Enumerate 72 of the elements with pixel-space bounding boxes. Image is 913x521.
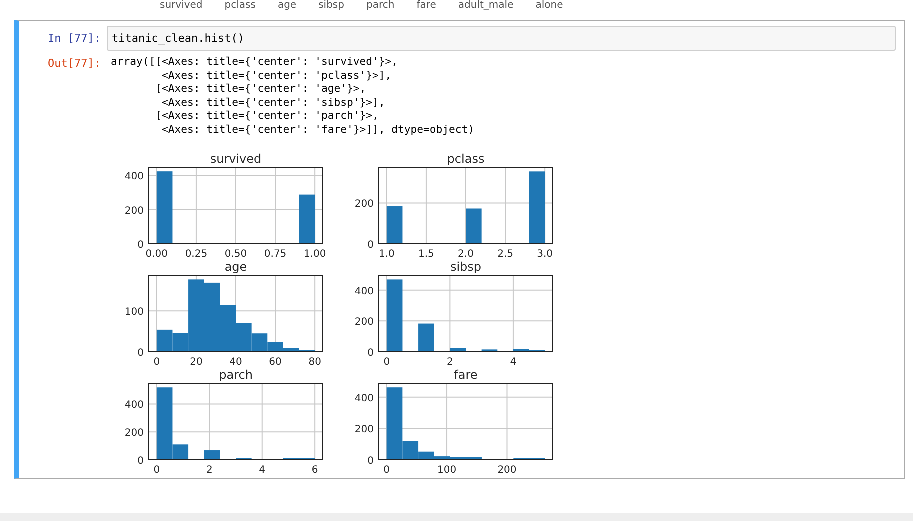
axis-tick-label: 1.0 (378, 248, 395, 258)
axis-tick-label: 20 (190, 356, 203, 366)
histogram-bar (299, 194, 316, 244)
axis-tick-label: 200 (354, 198, 374, 210)
output-prompt: Out[77]: (47, 56, 102, 72)
axis-tick-label: 2 (206, 464, 213, 474)
axis-tick-label: 200 (354, 316, 374, 328)
column-header: adult_male (458, 0, 514, 13)
axis-tick-label: 0 (138, 348, 144, 359)
histogram-bar (156, 330, 173, 352)
output-line: [<Axes: title={'center': 'parch'}>, (154, 110, 380, 124)
histogram-bar (418, 323, 434, 352)
output-line: <Axes: title={'center': 'sibsp'}>], (161, 96, 386, 110)
axis-tick-label: 200 (124, 205, 144, 216)
axis-tick-label: 60 (269, 356, 282, 366)
axis-tick-label: 0.25 (185, 248, 208, 258)
chart-title: pclass (447, 152, 485, 166)
output-line: array([[<Axes: title={'center': 'survived'}>, (111, 56, 400, 70)
axis-tick-label: 0 (154, 356, 160, 366)
histogram-bar (482, 349, 498, 352)
chart-title: sibsp (450, 260, 482, 274)
output-line: <Axes: title={'center': 'pclass'}>], (161, 70, 393, 84)
axis-tick-label: 400 (124, 171, 144, 182)
axis-tick-label: 40 (230, 356, 242, 366)
column-header: fare (416, 0, 436, 13)
axis-tick-label: 0 (368, 456, 374, 467)
axis-tick-label: 0 (384, 464, 390, 474)
column-header: alone (536, 0, 564, 13)
input-prompt: In [77]: (47, 31, 102, 47)
axis-tick-label: 200 (354, 424, 374, 436)
axis-tick-label: 2.5 (498, 248, 514, 258)
axis-tick-label: 0.00 (146, 248, 168, 258)
code-input[interactable]: titanic_clean.hist() (107, 26, 896, 51)
axis-tick-label: 0 (384, 356, 390, 366)
histogram-bar (450, 348, 466, 352)
axis-tick-label: 100 (124, 306, 144, 318)
axis-tick-label: 80 (308, 356, 322, 366)
axis-tick-label: 0.50 (224, 248, 248, 258)
axis-tick-label: 0 (368, 348, 374, 359)
axis-tick-label: 1.00 (304, 248, 326, 258)
column-header: sibsp (318, 0, 344, 13)
axis-tick-label: 0.75 (264, 248, 287, 258)
axis-tick-label: 0 (138, 240, 144, 251)
chart-title: age (224, 260, 248, 274)
chart-title: fare (454, 368, 478, 382)
axis-tick-label: 4 (510, 356, 517, 366)
axis-tick-label: 0 (138, 456, 144, 467)
column-header: survived (160, 0, 203, 13)
histogram-bar (386, 206, 403, 244)
column-header: pclass (224, 0, 256, 13)
histogram-bar (466, 208, 482, 244)
column-header: parch (366, 0, 395, 13)
axis-tick-label: 400 (124, 400, 144, 411)
chart-title: parch (219, 368, 253, 382)
column-header: age (278, 0, 297, 13)
axis-tick-label: 4 (259, 464, 266, 474)
axis-tick-label: 200 (498, 464, 517, 474)
output-line: [<Axes: title={'center': 'age'}>, (154, 83, 368, 97)
output-line: <Axes: title={'center': 'fare'}>]], dtype=object) (161, 124, 476, 138)
axis-tick-label: 400 (354, 392, 374, 404)
axis-tick-label: 0 (368, 240, 374, 251)
axis-tick-label: 200 (124, 428, 144, 439)
axis-tick-label: 2 (447, 356, 454, 366)
axis-tick-label: 1.5 (418, 248, 434, 258)
axis-tick-label: 400 (354, 286, 374, 297)
histogram-bar (204, 450, 220, 460)
chart-title: survived (210, 152, 262, 166)
axis-tick-label: 3.0 (537, 248, 554, 258)
axis-tick-label: 0 (154, 464, 160, 474)
axis-tick-label: 6 (312, 464, 318, 474)
axis-tick-label: 2.0 (458, 248, 474, 258)
axis-tick-label: 100 (438, 464, 457, 474)
